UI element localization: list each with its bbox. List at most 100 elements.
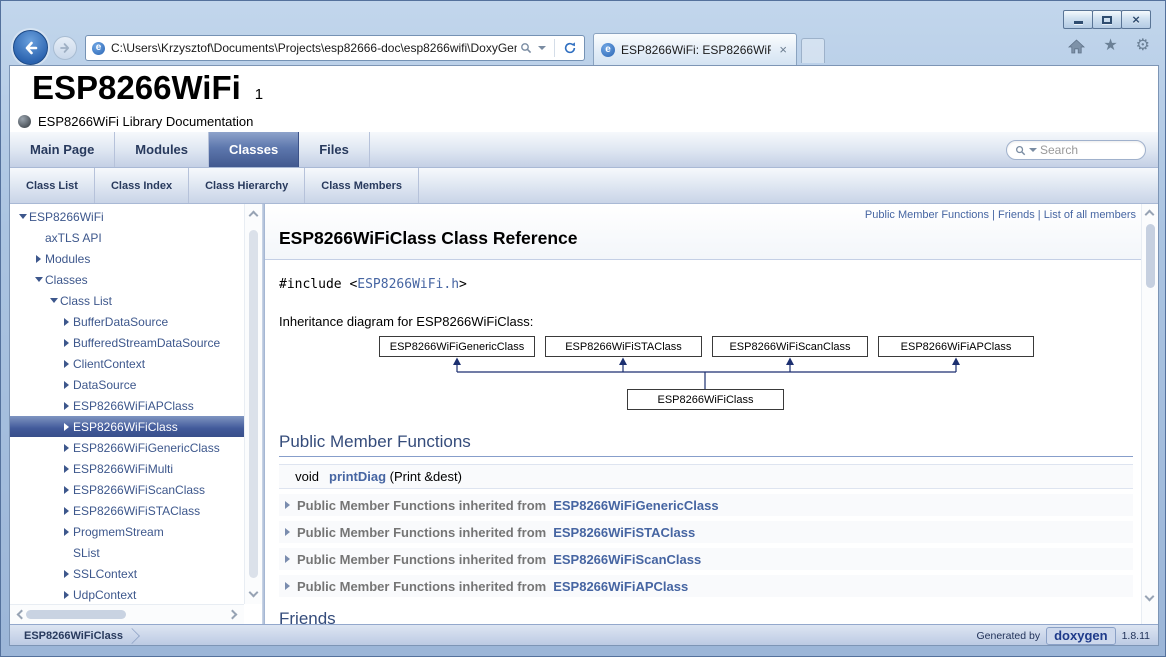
expand-arrow-icon[interactable] [64,465,69,473]
favorites-button[interactable]: ★ [1100,38,1120,54]
subtab-class-members[interactable]: Class Members [305,168,419,203]
expand-arrow-icon[interactable] [64,402,69,410]
settings-button[interactable]: ⚙ [1133,38,1153,54]
search-filter-caret-icon[interactable] [1029,148,1037,152]
tree-item-esp8266wificlass[interactable]: ESP8266WiFiClass [10,416,244,437]
tree-item-esp8266wifiscanclass[interactable]: ESP8266WiFiScanClass [10,479,244,500]
diagram-node-esp8266wifiapclass[interactable]: ESP8266WiFiAPClass [878,336,1034,357]
inherit-toggle-arrow-icon[interactable] [285,582,290,590]
inherit-toggle-arrow-icon[interactable] [285,528,290,536]
tree-item-esp8266wifiapclass[interactable]: ESP8266WiFiAPClass [10,395,244,416]
tree-item-datasource[interactable]: DataSource [10,374,244,395]
diagram-node-esp8266wifistaclass[interactable]: ESP8266WiFiSTAClass [545,336,702,357]
scroll-up-icon[interactable] [249,211,259,221]
address-url[interactable]: C:\Users\Krzysztof\Documents\Projects\es… [111,41,517,55]
member-name-link[interactable]: printDiag [329,469,386,484]
scroll-up-icon[interactable] [1145,210,1155,220]
include-file-link[interactable]: ESP8266WiFi.h [357,277,459,292]
inherit-toggle-arrow-icon[interactable] [285,501,290,509]
tree-item-esp8266wifigenericclass[interactable]: ESP8266WiFiGenericClass [10,437,244,458]
link-friends[interactable]: Friends [998,209,1035,221]
expand-arrow-icon[interactable] [64,381,69,389]
inherit-toggle-arrow-icon[interactable] [285,555,290,563]
maximize-button[interactable] [1092,10,1122,29]
breadcrumb[interactable]: ESP8266WiFiClass [16,625,139,646]
forward-button[interactable] [53,36,77,60]
home-button[interactable] [1065,39,1088,54]
expand-arrow-icon[interactable] [64,423,69,431]
expand-arrow-icon[interactable] [36,255,41,263]
main-vertical-scrollbar-thumb[interactable] [1146,224,1155,288]
expand-arrow-icon[interactable] [64,339,69,347]
back-button[interactable] [13,30,48,65]
address-bar[interactable]: e C:\Users\Krzysztof\Documents\Projects\… [85,35,585,61]
tab-files[interactable]: Files [299,132,370,167]
inherit-row-sta[interactable]: Public Member Functions inherited from E… [279,521,1133,543]
tab-classes[interactable]: Classes [209,132,299,167]
inherit-row-generic[interactable]: Public Member Functions inherited from E… [279,494,1133,516]
sidebar-horizontal-scrollbar-thumb[interactable] [26,610,126,619]
expand-arrow-icon[interactable] [64,486,69,494]
collapse-arrow-icon[interactable] [50,298,58,303]
scroll-right-icon[interactable] [228,610,238,620]
browser-tab[interactable]: e ESP8266WiFi: ESP8266WiFi... × [593,33,797,65]
expand-arrow-icon[interactable] [64,570,69,578]
sidebar-vertical-scrollbar[interactable] [244,204,262,604]
collapse-arrow-icon[interactable] [19,214,27,219]
tree-item-progmemstream[interactable]: ProgmemStream [10,521,244,542]
scroll-down-icon[interactable] [1145,592,1155,602]
inherit-class-link[interactable]: ESP8266WiFiAPClass [553,579,688,594]
tab-close-button[interactable]: × [777,43,789,56]
tree-item-udpcontext[interactable]: UdpContext [10,584,244,604]
diagram-node-esp8266wificlass[interactable]: ESP8266WiFiClass [627,389,784,410]
inherit-row-ap[interactable]: Public Member Functions inherited from E… [279,575,1133,597]
expand-arrow-icon[interactable] [64,507,69,515]
tree-item-modules[interactable]: Modules [10,248,244,269]
expand-arrow-icon[interactable] [64,318,69,326]
scroll-down-icon[interactable] [249,588,259,598]
link-list-of-all-members[interactable]: List of all members [1044,209,1136,221]
expand-arrow-icon[interactable] [64,444,69,452]
inherit-class-link[interactable]: ESP8266WiFiSTAClass [553,525,695,540]
search-dropdown-button[interactable] [535,46,549,50]
subtab-class-list[interactable]: Class List [10,168,95,203]
tree-item-slist[interactable]: SList [10,542,244,563]
tree-item-class-list[interactable]: Class List [10,290,244,311]
tree-item-bufferdatasource[interactable]: BufferDataSource [10,311,244,332]
tab-main-page[interactable]: Main Page [10,132,115,167]
tree-item-esp8266wifi[interactable]: ESP8266WiFi [10,206,244,227]
tree-item-axtls-api[interactable]: axTLS API [10,227,244,248]
link-public-member-functions[interactable]: Public Member Functions [865,209,989,221]
sidebar-horizontal-scrollbar[interactable] [10,604,244,624]
scroll-left-icon[interactable] [17,610,27,620]
expand-arrow-icon[interactable] [64,360,69,368]
new-tab-button[interactable] [801,38,825,63]
inherit-class-link[interactable]: ESP8266WiFiGenericClass [553,498,718,513]
breadcrumb-item[interactable]: ESP8266WiFiClass [24,630,123,642]
address-search-button[interactable] [517,42,535,54]
inherit-class-link[interactable]: ESP8266WiFiScanClass [553,552,701,567]
expand-arrow-icon[interactable] [64,528,69,536]
inherit-row-scan[interactable]: Public Member Functions inherited from E… [279,548,1133,570]
expand-arrow-icon[interactable] [64,591,69,599]
subtab-class-index[interactable]: Class Index [95,168,189,203]
subtab-class-hierarchy[interactable]: Class Hierarchy [189,168,305,203]
tree-item-bufferedstreamdatasource[interactable]: BufferedStreamDataSource [10,332,244,353]
minimize-button[interactable] [1063,10,1093,29]
tree-item-esp8266wifistaclass[interactable]: ESP8266WiFiSTAClass [10,500,244,521]
diagram-node-esp8266wifigenericclass[interactable]: ESP8266WiFiGenericClass [379,336,535,357]
doxygen-logo[interactable]: doxygen [1046,627,1115,645]
tab-modules[interactable]: Modules [115,132,209,167]
close-button[interactable]: × [1121,10,1151,29]
sidebar-vertical-scrollbar-thumb[interactable] [249,230,258,578]
tree-item-clientcontext[interactable]: ClientContext [10,353,244,374]
diagram-node-esp8266wifiscanclass[interactable]: ESP8266WiFiScanClass [712,336,868,357]
refresh-button[interactable] [560,41,580,55]
doxygen-search-box[interactable] [1006,140,1146,160]
search-input[interactable] [1040,143,1137,157]
tree-item-esp8266wifimulti[interactable]: ESP8266WiFiMulti [10,458,244,479]
tree-item-classes[interactable]: Classes [10,269,244,290]
collapse-arrow-icon[interactable] [35,277,43,282]
main-vertical-scrollbar[interactable] [1141,204,1158,624]
tree-item-sslcontext[interactable]: SSLContext [10,563,244,584]
